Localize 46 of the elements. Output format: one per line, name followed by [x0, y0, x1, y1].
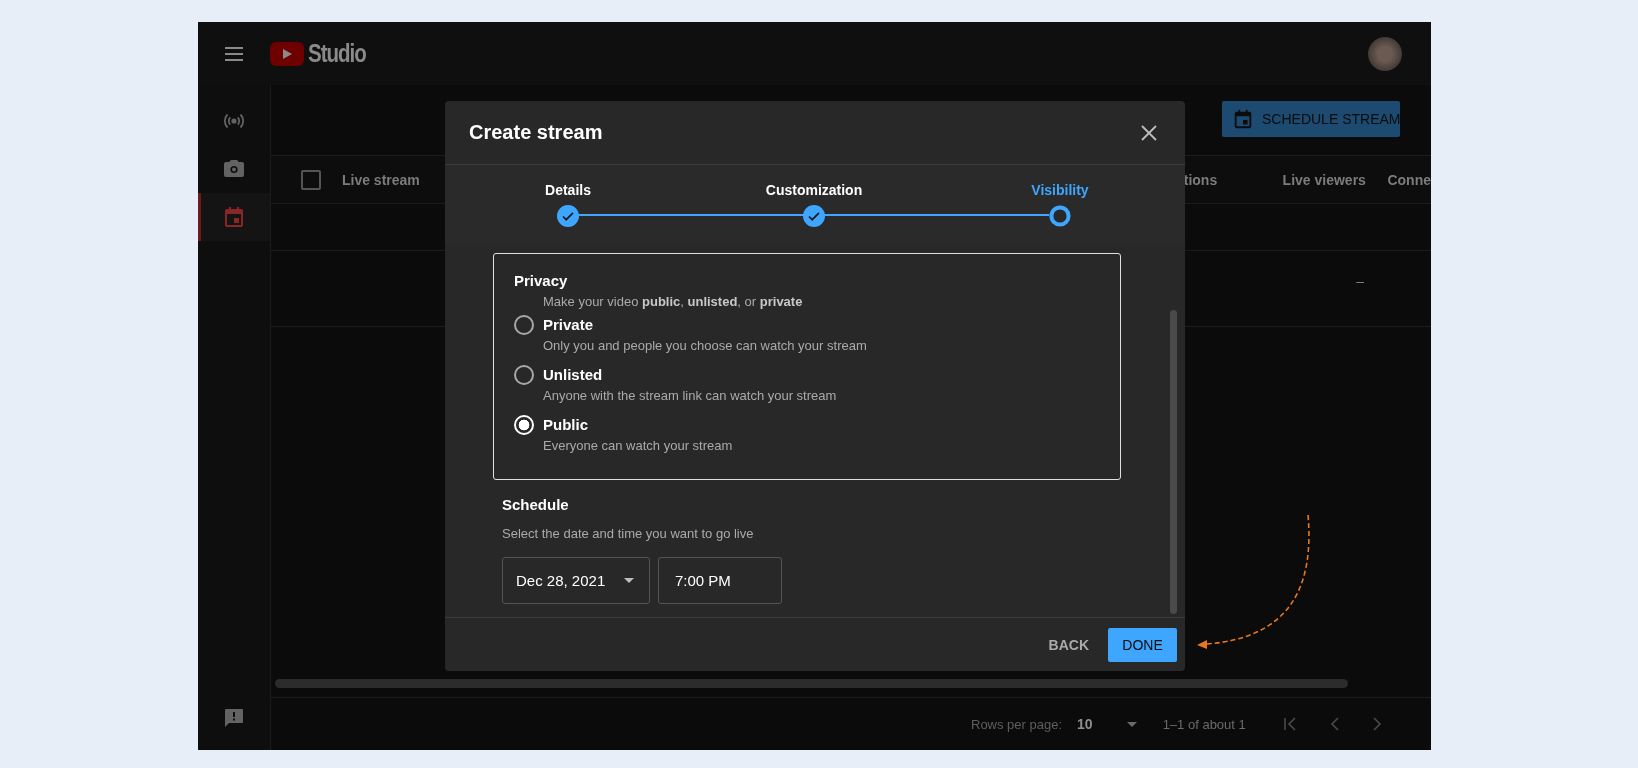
option-label[interactable]: Unlisted [543, 366, 837, 383]
back-button[interactable]: BACK [1048, 628, 1089, 661]
dialog-title: Create stream [469, 121, 603, 144]
table-cell-text: – [1355, 272, 1364, 291]
column-header[interactable]: Conne [1387, 171, 1431, 188]
time-field[interactable]: 7:00 PM [658, 557, 782, 604]
dropdown-arrow-icon [1126, 721, 1137, 727]
privacy-hint: Make your video public, unlisted, or private [543, 294, 804, 309]
column-header[interactable]: tions [1183, 171, 1283, 188]
step-ring-icon[interactable] [1049, 205, 1071, 227]
schedule-hint: Select the date and time you want to go live [502, 526, 755, 541]
page-range: 1–1 of about 1 [1162, 716, 1246, 732]
radio-button[interactable] [514, 315, 534, 335]
done-button[interactable]: DONE [1108, 627, 1177, 662]
column-header[interactable]: Live viewers [1282, 171, 1388, 188]
option-label[interactable]: Private [543, 316, 867, 333]
check-step-icon[interactable] [557, 205, 579, 227]
rows-per-page-label: Rows per page: [971, 716, 1063, 732]
dropdown-arrow-icon [624, 578, 634, 583]
first-page-icon[interactable] [1283, 717, 1298, 731]
select-all-checkbox[interactable] [301, 169, 321, 190]
option-description: Anyone with the stream link can watch your stream [543, 388, 837, 403]
scrollbar-thumb[interactable] [275, 679, 1348, 688]
next-page-icon[interactable] [1371, 717, 1382, 731]
option-description: Only you and people you choose can watch your stream [543, 338, 867, 353]
avatar[interactable] [1368, 36, 1402, 71]
step-label[interactable]: Visibility [1031, 182, 1089, 198]
rows-per-page-select[interactable]: 10 [1077, 716, 1137, 732]
scrollbar-thumb[interactable] [1170, 310, 1177, 614]
radio-button[interactable] [514, 365, 534, 385]
option-description: Everyone can watch your stream [543, 438, 733, 453]
close-icon[interactable] [1141, 124, 1157, 141]
play-logo-icon [270, 41, 304, 66]
feedback-icon[interactable] [222, 706, 246, 730]
step-label[interactable]: Customization [765, 182, 863, 198]
step-label[interactable]: Details [545, 182, 591, 198]
logo-text: Studio [308, 39, 366, 68]
sidebar-item[interactable] [198, 193, 270, 241]
option-label[interactable]: Public [543, 416, 733, 433]
calendar-icon[interactable] [1232, 108, 1254, 130]
check-step-icon[interactable] [803, 205, 825, 227]
section-title: Schedule [502, 496, 570, 513]
section-title: Privacy [514, 272, 569, 289]
calendar-icon[interactable] [222, 205, 246, 229]
date-select[interactable]: Dec 28, 2021 [502, 557, 650, 604]
previous-page-icon[interactable] [1329, 717, 1340, 731]
